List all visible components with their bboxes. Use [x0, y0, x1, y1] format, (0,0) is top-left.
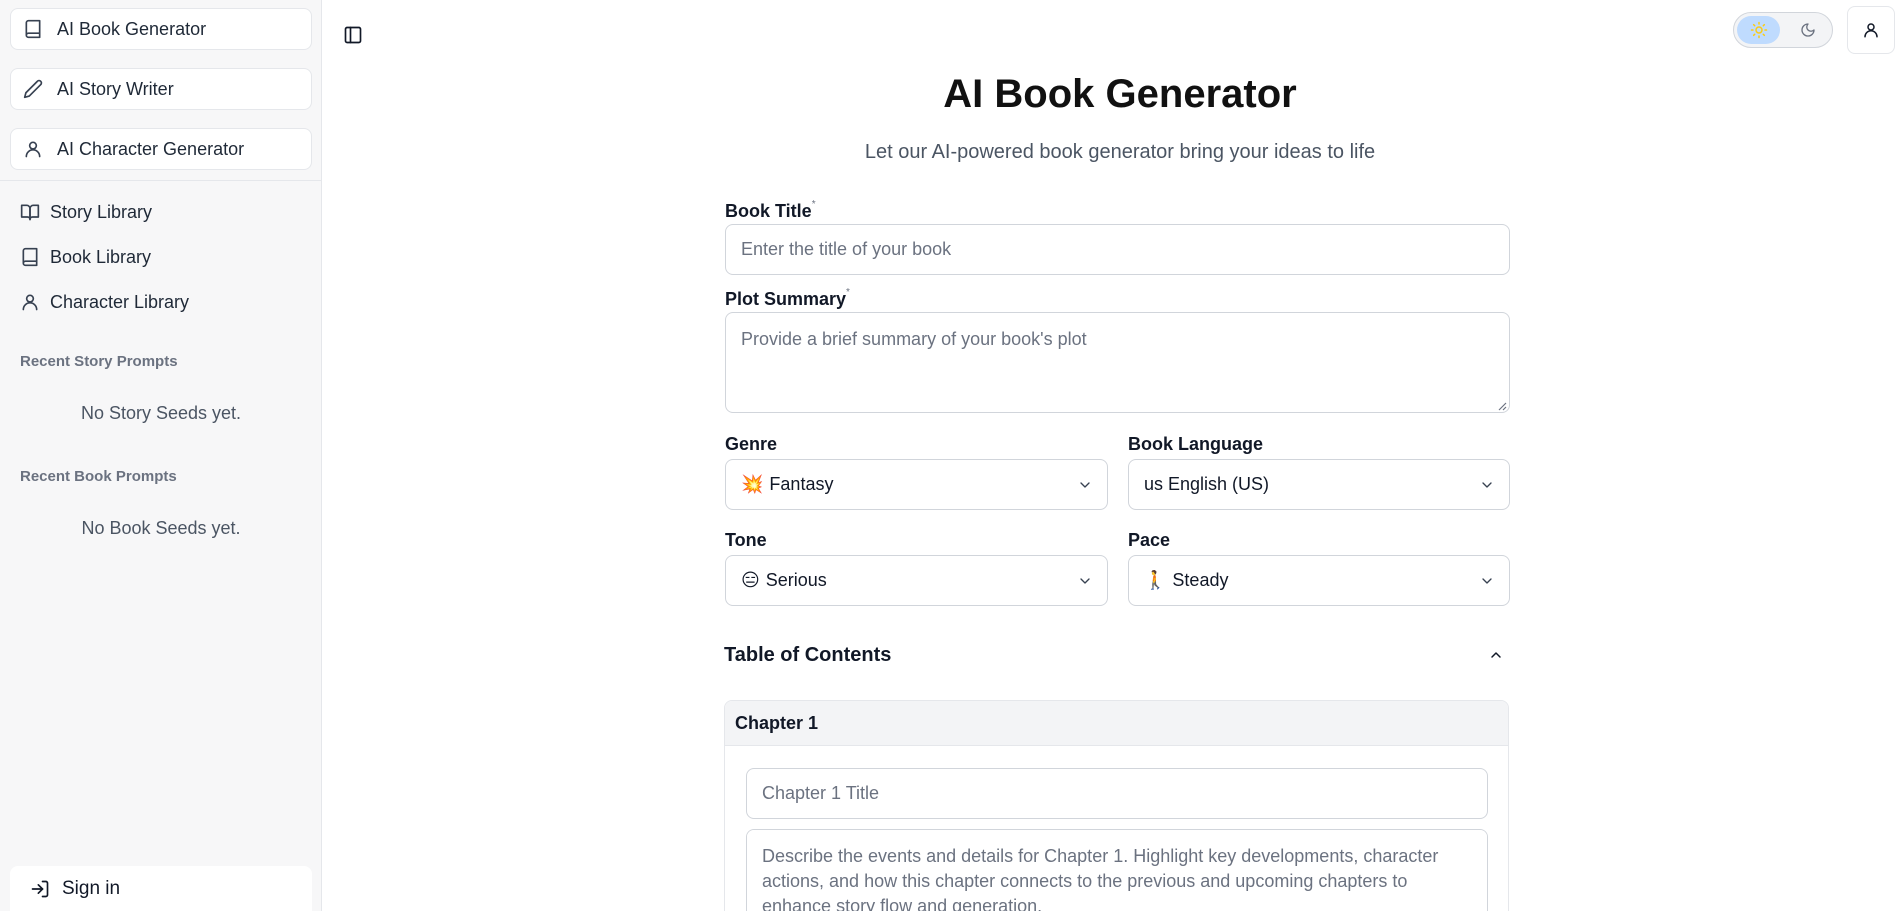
chapter-heading: Chapter 1	[725, 701, 1508, 746]
tone-select[interactable]: 😑 Serious	[725, 555, 1108, 606]
book-language-select[interactable]: us English (US)	[1128, 459, 1510, 510]
chevron-up-icon	[1488, 647, 1504, 663]
table-of-contents-heading: Table of Contents	[724, 643, 892, 666]
book-title-input[interactable]	[725, 224, 1510, 275]
required-mark: *	[846, 287, 850, 298]
tone-value: Serious	[765, 570, 827, 590]
table-of-contents-toggle[interactable]: Table of Contents	[724, 640, 1508, 670]
open-book-icon	[20, 202, 40, 222]
recent-story-empty-message: No Story Seeds yet.	[80, 403, 242, 423]
page-subtitle: Let our AI-powered book generator bring …	[864, 141, 1376, 163]
theme-toggle[interactable]	[1733, 12, 1833, 48]
tone-emoji: 😑	[741, 570, 760, 590]
user-icon	[1862, 21, 1880, 39]
sidebar-item-book-library[interactable]: Book Library	[20, 242, 151, 272]
genre-select[interactable]: 💥 Fantasy	[725, 459, 1108, 510]
sidebar-item-character-library[interactable]: Character Library	[20, 287, 189, 317]
chevron-down-icon	[1077, 477, 1093, 493]
sidebar-toggle-button[interactable]	[340, 22, 366, 48]
plot-summary-textarea[interactable]	[725, 312, 1510, 413]
sun-icon	[1750, 21, 1768, 39]
book-icon	[23, 19, 43, 39]
chapter-card: Chapter 1	[724, 700, 1509, 911]
sidebar-tool-label: AI Story Writer	[57, 78, 174, 99]
user-icon	[20, 292, 40, 312]
sidebar-item-label: Book Library	[50, 246, 152, 267]
sign-in-button[interactable]: Sign in	[10, 866, 312, 911]
pace-value: Steady	[1172, 570, 1229, 590]
recent-story-prompts-heading: Recent Story Prompts	[20, 353, 178, 370]
sidebar-tool-label: AI Book Generator	[57, 18, 207, 39]
genre-emoji: 💥	[741, 474, 764, 494]
recent-book-empty-message: No Book Seeds yet.	[81, 518, 241, 538]
pace-select[interactable]: 🚶 Steady	[1128, 555, 1510, 606]
user-icon	[23, 139, 43, 159]
theme-dark-option[interactable]	[1786, 16, 1829, 44]
book-title-label: Book Title*	[725, 199, 816, 222]
sign-in-label: Sign in	[62, 877, 121, 899]
tone-label: Tone	[725, 530, 767, 550]
user-menu-button[interactable]	[1847, 6, 1895, 54]
pencil-icon	[23, 79, 43, 99]
resize-handle[interactable]	[1495, 398, 1507, 411]
chapter-description-textarea[interactable]	[746, 829, 1488, 911]
chevron-down-icon	[1077, 573, 1093, 589]
panel-left-icon	[343, 25, 363, 45]
sidebar-tool-label: AI Character Generator	[57, 138, 245, 159]
moon-icon	[1800, 22, 1816, 38]
book-icon	[20, 247, 40, 267]
recent-book-prompts-heading: Recent Book Prompts	[20, 468, 177, 485]
theme-light-option[interactable]	[1737, 16, 1780, 44]
chapter-title-input[interactable]	[746, 768, 1488, 819]
genre-value: Fantasy	[769, 474, 834, 494]
sidebar-item-story-library[interactable]: Story Library	[20, 197, 152, 227]
book-language-value: us English (US)	[1144, 474, 1270, 494]
book-language-label: Book Language	[1128, 434, 1264, 454]
genre-label: Genre	[725, 434, 778, 454]
plot-summary-label: Plot Summary*	[725, 287, 850, 310]
book-title-label-text: Book Title	[725, 201, 812, 221]
chevron-down-icon	[1479, 477, 1495, 493]
sidebar-tool-ai-character-generator[interactable]: AI Character Generator	[10, 128, 312, 170]
sidebar-item-label: Character Library	[50, 291, 190, 312]
sidebar: AI Book Generator AI Story Writer AI Cha…	[0, 0, 322, 911]
pace-emoji: 🚶	[1144, 570, 1167, 590]
required-mark: *	[811, 199, 816, 210]
pace-label: Pace	[1128, 530, 1171, 550]
sidebar-tool-ai-book-generator[interactable]: AI Book Generator	[10, 8, 312, 50]
plot-summary-label-text: Plot Summary	[725, 289, 847, 309]
page-title: AI Book Generator	[943, 72, 1297, 116]
sidebar-divider	[0, 180, 322, 181]
sign-in-icon	[30, 879, 50, 899]
sidebar-tool-ai-story-writer[interactable]: AI Story Writer	[10, 68, 312, 110]
sidebar-item-label: Story Library	[50, 201, 153, 222]
chevron-down-icon	[1479, 573, 1495, 589]
